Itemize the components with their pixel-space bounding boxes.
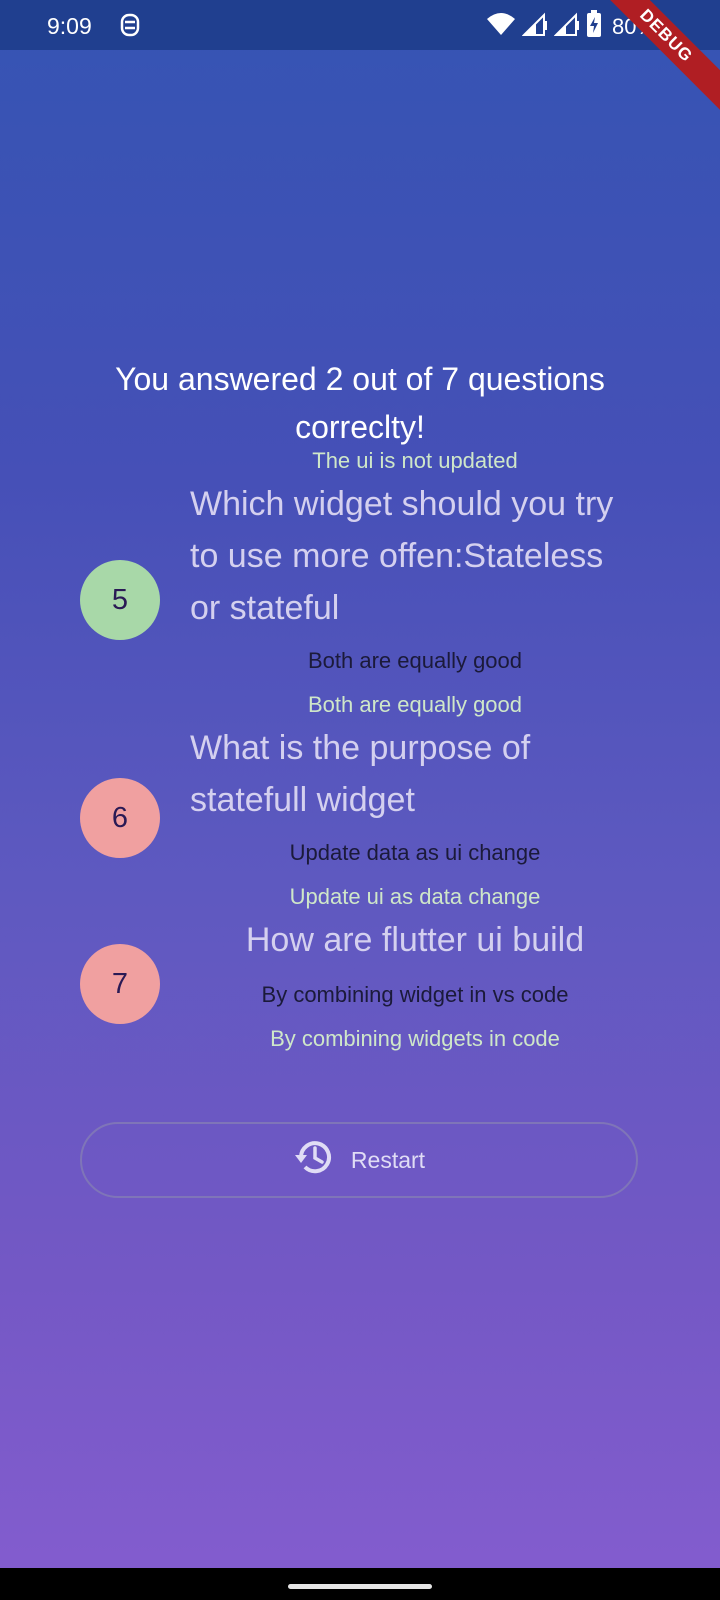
restart-label: Restart xyxy=(350,1146,426,1173)
result-title: You answered 2 out of 7 questions correc… xyxy=(115,361,605,445)
question-number-badge: 6 xyxy=(80,778,160,858)
wifi-icon xyxy=(486,11,516,42)
notification-icon xyxy=(119,12,141,43)
correct-answer: Both are equally good xyxy=(307,692,523,717)
correct-answer: By combining widgets in code xyxy=(270,1026,560,1051)
user-answer: By combining widget in vs code xyxy=(261,982,569,1007)
battery-icon xyxy=(586,10,602,43)
history-icon xyxy=(293,1135,337,1185)
home-handle[interactable] xyxy=(288,1584,432,1589)
question-text: What is the purpose of statefull widget xyxy=(190,729,531,819)
correct-answer: Update ui as data change xyxy=(289,884,541,909)
user-answer: Update data as ui change xyxy=(289,840,541,865)
status-time: 9:09 xyxy=(47,13,92,39)
question-number-badge: 7 xyxy=(80,944,160,1024)
signal-icon xyxy=(521,11,548,42)
signal-icon-2 xyxy=(553,11,580,42)
question-text: Which widget should you try to use more … xyxy=(190,485,614,627)
status-bar: 9:09 80% xyxy=(0,0,720,50)
restart-button[interactable]: Restart xyxy=(80,1122,638,1198)
previous-correct-answer: The ui is not updated xyxy=(312,448,518,473)
user-answer: Both are equally good xyxy=(307,648,523,673)
question-text: How are flutter ui build xyxy=(245,921,585,959)
question-number-badge: 5 xyxy=(80,560,160,640)
